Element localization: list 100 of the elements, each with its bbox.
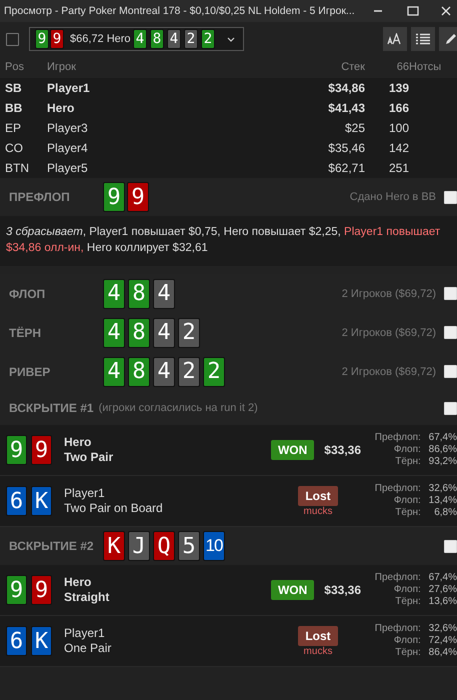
- street-info: 2 Игроков ($69,72): [342, 326, 436, 338]
- playing-card: 9: [50, 29, 64, 49]
- muck-label: mucks: [304, 646, 332, 656]
- player-row[interactable]: CO Player4 $35,46 142: [0, 138, 457, 158]
- equity-label: Тёрн:: [394, 596, 421, 608]
- showdown-label: ВСКРЫТИЕ #2: [9, 539, 95, 553]
- table-cell-text: SB: [5, 81, 23, 95]
- playing-card: 8: [150, 29, 164, 49]
- playing-card: K: [103, 531, 125, 561]
- equity-value: 13,4%: [428, 495, 457, 507]
- table-cell-text: $35,46: [327, 141, 365, 155]
- equity-value: 27,6%: [428, 584, 457, 596]
- list-icon: [416, 33, 430, 45]
- equity-value: 72,4%: [428, 635, 457, 647]
- equity-label: Тёрн:: [394, 456, 421, 468]
- playing-card: 4: [153, 318, 175, 348]
- playing-card: 8: [128, 278, 150, 308]
- win-amount: $33,36: [324, 443, 361, 457]
- equity-label: Флоп:: [392, 584, 421, 596]
- column-header: Pos: [5, 61, 25, 73]
- playing-card: 4: [103, 278, 125, 308]
- equity-value: 86,4%: [428, 647, 457, 659]
- playing-card: 9: [6, 575, 27, 605]
- player-row[interactable]: EP Player3 $25 100: [0, 118, 457, 138]
- table-cell-text: CO: [5, 141, 24, 155]
- equity-label: Флоп:: [392, 444, 421, 456]
- showdown-note: (игроки согласились на run it 2): [98, 402, 258, 414]
- table-cell-text: Player4: [47, 141, 89, 155]
- player-row[interactable]: BB Hero $41,43 166: [0, 98, 457, 118]
- player-name: Hero: [64, 575, 92, 590]
- equity-value: 6,8%: [433, 507, 457, 519]
- playing-card: 4: [103, 356, 125, 386]
- close-icon[interactable]: [441, 6, 451, 16]
- equity-value: 86,6%: [428, 444, 457, 456]
- playing-card: 2: [178, 356, 200, 386]
- equity-label: Флоп:: [392, 635, 421, 647]
- win-amount: $33,36: [324, 583, 361, 597]
- street-info: Сдано Hero в BB: [350, 191, 436, 203]
- list-button[interactable]: [411, 27, 435, 51]
- table-cell-text: BB: [5, 101, 24, 115]
- showdown-label: ВСКРЫТИЕ #1: [9, 401, 94, 415]
- table-cell-text: $41,43: [327, 101, 365, 115]
- hand-summary: $66,72 Hero: [70, 33, 131, 45]
- column-header: 66: [396, 61, 409, 73]
- equity-label: Тёрн:: [394, 647, 421, 659]
- playing-card: 8: [128, 356, 150, 386]
- playing-card: 4: [153, 278, 175, 308]
- street-label: ФЛОП: [9, 286, 46, 300]
- playing-card: 6: [6, 626, 27, 656]
- chevron-down-icon: [227, 36, 235, 42]
- table-cell-text: Hero: [47, 101, 76, 115]
- playing-card: 4: [133, 29, 147, 49]
- muck-label: mucks: [304, 506, 332, 516]
- playing-card: 2: [201, 29, 215, 49]
- result-badge: WON: [270, 440, 314, 460]
- playing-card: 4: [103, 318, 125, 348]
- table-cell-text: BTN: [5, 161, 30, 175]
- player-name: Player1: [64, 626, 106, 641]
- equity-label: Тёрн:: [394, 507, 421, 519]
- player-row[interactable]: SB Player1 $34,86 139: [0, 78, 457, 98]
- edit-button[interactable]: [439, 27, 457, 51]
- result-badge: WON: [270, 580, 314, 600]
- playing-card: K: [31, 626, 52, 656]
- maximize-icon[interactable]: [407, 6, 419, 16]
- playing-card: J: [128, 531, 150, 561]
- playing-card: 2: [178, 318, 200, 348]
- result-badge: Lost: [298, 486, 338, 506]
- equity-value: 32,6%: [428, 483, 457, 495]
- street-label: РИВЕР: [9, 364, 52, 378]
- font-size-button[interactable]: [383, 27, 407, 51]
- table-cell-text: Player3: [47, 121, 89, 135]
- table-cell-text: $34,86: [327, 81, 365, 95]
- table-cell-text: 251: [388, 161, 409, 175]
- player-name: Hero: [64, 435, 92, 450]
- equity-label: Префлоп:: [374, 432, 421, 444]
- equity-value: 67,4%: [428, 432, 457, 444]
- playing-card: 4: [153, 356, 175, 386]
- action-text: 3 сбрасывает, Player1 повышает $0,75, Hero повышает $2,25, Player1 повышает $34,86 олл-ин, Hero коллирует $32,61: [0, 216, 457, 266]
- street-info: 2 Игроков ($69,72): [342, 288, 436, 300]
- hand-dropdown[interactable]: 9 9 $66,72 Hero 4 8 4 2 2: [29, 27, 244, 51]
- playing-card: 9: [31, 575, 52, 605]
- window-title: Просмотр - Party Poker Montreal 178 - $0,10/$0,25 NL Holdem - 5 Игрок...: [4, 5, 356, 17]
- font-size-icon: [387, 33, 403, 45]
- playing-card: Q: [153, 531, 175, 561]
- table-cell-text: EP: [5, 121, 22, 135]
- hand-rank: Straight: [64, 590, 110, 605]
- playing-card: 9: [103, 182, 125, 212]
- table-cell-text: 142: [388, 141, 409, 155]
- street-label: ТЁРН: [9, 326, 42, 340]
- playing-card: 9: [127, 182, 149, 212]
- player-row[interactable]: BTN Player5 $62,71 251: [0, 158, 457, 178]
- playing-card: 6: [6, 486, 27, 516]
- pencil-icon: [444, 32, 457, 46]
- table-cell-text: $62,71: [327, 161, 365, 175]
- result-badge: Lost: [298, 626, 338, 646]
- column-header: Стек: [340, 61, 365, 73]
- street-label: ПРЕФЛОП: [9, 190, 71, 204]
- checkbox[interactable]: [6, 32, 19, 46]
- equity-value: 32,6%: [428, 623, 457, 635]
- column-header: Игрок: [47, 61, 77, 73]
